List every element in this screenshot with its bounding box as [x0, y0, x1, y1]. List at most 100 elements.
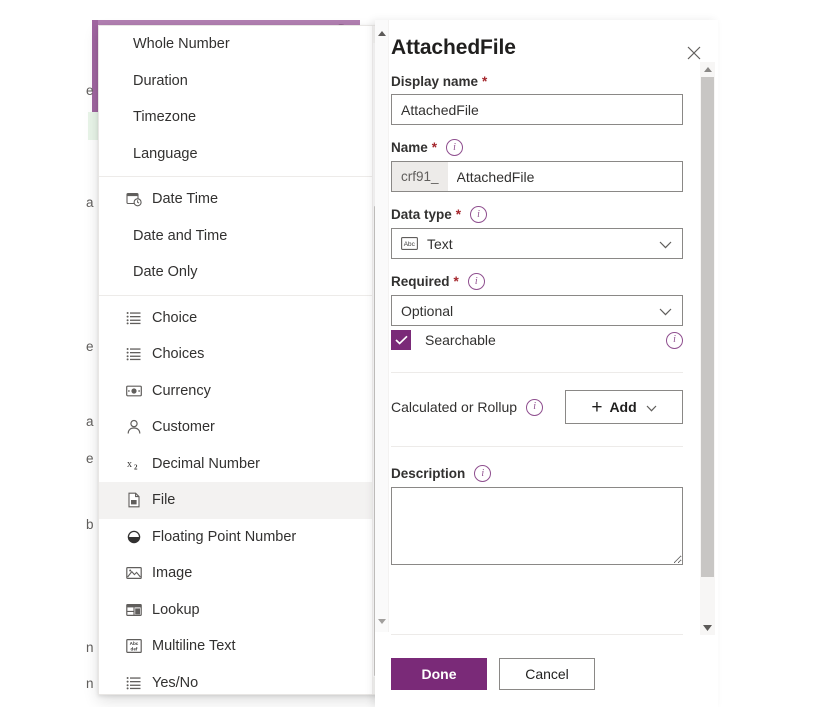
required-select[interactable]: Optional [391, 295, 683, 326]
dropdown-option-choice[interactable]: Choice [99, 300, 373, 337]
abc-text-icon: Abc [401, 237, 418, 250]
description-info-icon[interactable]: i [474, 465, 491, 482]
required-info-icon[interactable]: i [468, 273, 485, 290]
properties-form: Display name * Name * i crf91_ Data type… [391, 74, 701, 656]
dropdown-option-yes-no[interactable]: Yes/No [99, 665, 373, 696]
dropdown-option-label: Language [133, 146, 198, 162]
background-text-fragment: n [86, 641, 94, 655]
display-name-input[interactable] [391, 94, 683, 125]
data-type-select[interactable]: Abc Text [391, 228, 683, 259]
dropdown-option-image[interactable]: Image [99, 555, 373, 592]
dropdown-option-label: Floating Point Number [152, 529, 296, 545]
calculated-or-rollup-row: Calculated or Rollup i + Add [391, 390, 683, 424]
panel-scroll-thumb[interactable] [701, 77, 714, 577]
required-chevron-down-icon[interactable] [659, 303, 672, 319]
required-value: Optional [401, 303, 453, 319]
half-circle-icon [125, 528, 142, 545]
panel-outer-scroll-down-icon[interactable] [375, 614, 389, 628]
name-required-star: * [432, 140, 437, 155]
list-icon [125, 309, 142, 326]
required-required-star: * [454, 274, 459, 289]
name-label: Name * i [391, 139, 701, 156]
required-label: Required * i [391, 273, 701, 290]
data-type-required-star: * [456, 207, 461, 222]
background-text-fragment: a [86, 415, 94, 429]
display-name-required-star: * [482, 74, 487, 89]
calculated-or-rollup-label-text: Calculated or Rollup [391, 399, 517, 415]
page-title: AttachedFile [391, 36, 704, 60]
cancel-button[interactable]: Cancel [499, 658, 595, 690]
abc-def-icon: Abcdef [125, 638, 142, 655]
dropdown-option-label: Image [152, 565, 192, 581]
dropdown-option-label: Multiline Text [152, 638, 236, 654]
display-name-label-text: Display name [391, 74, 478, 89]
dropdown-option-date-and-time[interactable]: Date and Time [99, 218, 373, 255]
dropdown-option-duration[interactable]: Duration [99, 63, 373, 100]
app-root: Data eaeaebnn Whole NumberDurationTimezo… [0, 0, 825, 707]
description-label: Description i [391, 465, 701, 482]
dropdown-option-label: File [152, 492, 175, 508]
name-label-text: Name [391, 140, 428, 155]
data-type-chevron-down-icon[interactable] [659, 236, 672, 252]
add-button[interactable]: + Add [565, 390, 683, 424]
name-info-icon[interactable]: i [446, 139, 463, 156]
background-text-fragment: n [86, 677, 94, 691]
calculated-info-icon[interactable]: i [526, 399, 543, 416]
footer-divider [391, 634, 683, 635]
data-type-label: Data type * i [391, 206, 701, 223]
panel-scrollbar[interactable] [700, 62, 715, 635]
description-label-text: Description [391, 466, 465, 481]
dropdown-option-timezone[interactable]: Timezone [99, 99, 373, 136]
dropdown-option-label: Lookup [152, 602, 200, 618]
dropdown-option-currency[interactable]: Currency [99, 373, 373, 410]
data-type-label-text: Data type [391, 207, 452, 222]
data-type-dropdown[interactable]: Whole NumberDuration Timezone Language Date… [98, 25, 390, 695]
svg-text:def: def [130, 647, 137, 652]
dropdown-option-choices[interactable]: Choices [99, 336, 373, 373]
background-text-fragment: e [86, 84, 94, 98]
dropdown-option-floating-point-number[interactable]: Floating Point Number [99, 519, 373, 556]
panel-scroll-up-icon[interactable] [700, 62, 715, 77]
data-type-option-list[interactable]: Whole NumberDuration Timezone Language Date… [99, 26, 373, 694]
dropdown-option-label: Date and Time [133, 228, 227, 244]
calendar-clock-icon [125, 191, 142, 208]
dropdown-option-customer[interactable]: Customer [99, 409, 373, 446]
panel-scroll-down-icon[interactable] [700, 620, 715, 635]
image-icon [125, 565, 142, 582]
dropdown-group-separator [99, 176, 373, 177]
dropdown-option-date-only[interactable]: Date Only [99, 254, 373, 291]
dropdown-option-whole-number[interactable]: Whole Number [99, 26, 373, 63]
dropdown-option-file[interactable]: File [99, 482, 373, 519]
dropdown-option-lookup[interactable]: Lookup [99, 592, 373, 629]
done-button[interactable]: Done [391, 658, 487, 690]
background-text-fragment: e [86, 340, 94, 354]
file-icon [125, 492, 142, 509]
data-type-info-icon[interactable]: i [470, 206, 487, 223]
dropdown-option-label: Customer [152, 419, 215, 435]
panel-header: AttachedFile [391, 36, 704, 74]
section-divider-1 [391, 372, 683, 373]
searchable-info-icon[interactable]: i [666, 332, 683, 349]
dropdown-option-language[interactable]: Language [99, 136, 373, 173]
subscript-x-icon: x2 [125, 455, 142, 472]
background-text-fragment: b [86, 518, 94, 532]
dropdown-option-date-time[interactable]: Date Time [99, 181, 373, 218]
list-icon [125, 674, 142, 691]
dropdown-option-label: Currency [152, 383, 211, 399]
name-field-group: crf91_ [391, 161, 683, 192]
lookup-grid-icon [125, 601, 142, 618]
dropdown-option-label: Timezone [133, 109, 196, 125]
panel-outer-scrollbar[interactable] [375, 20, 389, 632]
name-prefix: crf91_ [392, 162, 448, 191]
panel-outer-scroll-up-icon[interactable] [375, 26, 389, 40]
svg-text:2: 2 [134, 463, 138, 471]
dropdown-group-separator [99, 295, 373, 296]
add-chevron-down-icon[interactable] [646, 399, 657, 415]
dropdown-option-multiline-text[interactable]: Abcdef Multiline Text [99, 628, 373, 665]
searchable-row[interactable]: Searchable i [391, 330, 683, 350]
column-properties-panel: AttachedFile Display name * Name * i [375, 20, 718, 707]
dropdown-option-decimal-number[interactable]: x2Decimal Number [99, 446, 373, 483]
name-input[interactable] [448, 162, 682, 191]
description-textarea[interactable] [391, 487, 683, 565]
searchable-checkbox[interactable] [391, 330, 411, 350]
